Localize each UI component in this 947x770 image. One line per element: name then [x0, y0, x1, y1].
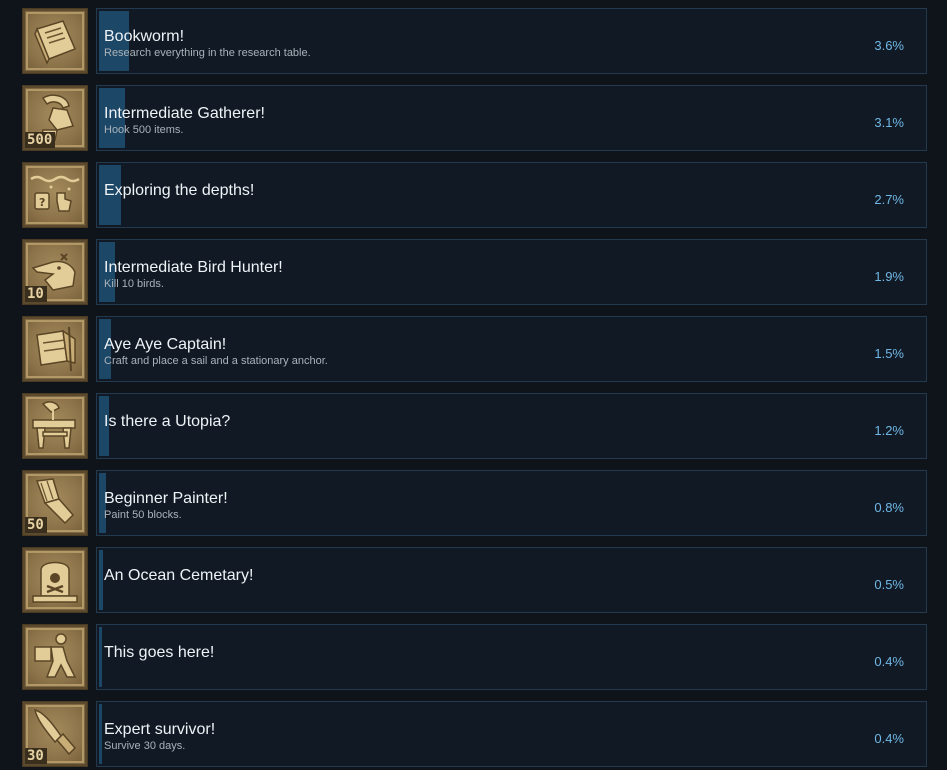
achievement-description: Kill 10 birds. [104, 278, 164, 290]
achievement-icon-container [22, 547, 88, 613]
unlock-percentage: 1.2% [874, 423, 904, 438]
unlock-percentage: 0.5% [874, 577, 904, 592]
unlock-percentage: 3.6% [874, 38, 904, 53]
svg-text:?: ? [39, 196, 45, 209]
achievement-panel: Aye Aye Captain! Craft and place a sail … [96, 316, 927, 382]
achievement-icon-container: 10 [22, 239, 88, 305]
achievement-row[interactable]: Bookworm! Research everything in the res… [0, 8, 947, 74]
progress-bar [99, 704, 103, 764]
unlock-percentage: 1.5% [874, 346, 904, 361]
achievement-panel: Exploring the depths! 2.7% [96, 162, 927, 228]
achievement-title: Intermediate Bird Hunter! [104, 259, 283, 276]
count-badge: 500 [25, 132, 56, 148]
achievement-icon-container [22, 316, 88, 382]
achievement-icon-container: ? [22, 162, 88, 228]
underwater-icon: ? [30, 175, 80, 212]
count-badge: 10 [25, 286, 47, 302]
radio-tower-icon [32, 401, 76, 449]
achievement-description: Survive 30 days. [104, 740, 186, 752]
achievement-row[interactable]: 500 Intermediate Gatherer! Hook 500 item… [0, 85, 947, 151]
achievement-description: Hook 500 items. [104, 124, 184, 136]
achievement-title: This goes here! [104, 644, 215, 661]
achievement-row[interactable]: 50 Beginner Painter! Paint 50 blocks. 0.… [0, 470, 947, 536]
achievement-panel: Expert survivor! Survive 30 days. 0.4% [96, 701, 927, 767]
achievement-title: Intermediate Gatherer! [104, 105, 265, 122]
unlock-percentage: 0.8% [874, 500, 904, 515]
achievement-row[interactable]: An Ocean Cemetary! 0.5% [0, 547, 947, 613]
achievement-description: Paint 50 blocks. [104, 509, 182, 521]
unlock-percentage: 1.9% [874, 269, 904, 284]
achievement-row[interactable]: 10 Intermediate Bird Hunter! Kill 10 bir… [0, 239, 947, 305]
achievement-title: Beginner Painter! [104, 490, 228, 507]
achievement-panel: Intermediate Gatherer! Hook 500 items. 3… [96, 85, 927, 151]
achievement-list: Bookworm! Research everything in the res… [0, 0, 947, 770]
person-carrying-box-icon [34, 633, 77, 678]
achievement-row[interactable]: Aye Aye Captain! Craft and place a sail … [0, 316, 947, 382]
achievement-icon-container [22, 624, 88, 690]
achievement-title: Expert survivor! [104, 721, 216, 738]
achievement-row[interactable]: ? Exploring the depths! 2.7% [0, 162, 947, 228]
achievement-title: Is there a Utopia? [104, 413, 231, 430]
gravestone-icon [32, 561, 78, 603]
achievement-panel: Intermediate Bird Hunter! Kill 10 birds.… [96, 239, 927, 305]
achievement-panel: Bookworm! Research everything in the res… [96, 8, 927, 74]
sail-icon [36, 326, 76, 372]
progress-bar [99, 550, 104, 610]
unlock-percentage: 2.7% [874, 192, 904, 207]
count-badge: 30 [25, 748, 47, 764]
achievement-row[interactable]: This goes here! 0.4% [0, 624, 947, 690]
achievement-icon-container: 500 [22, 85, 88, 151]
achievement-panel: An Ocean Cemetary! 0.5% [96, 547, 927, 613]
book-icon [34, 20, 76, 65]
progress-bar [99, 627, 103, 687]
achievement-panel: Beginner Painter! Paint 50 blocks. 0.8% [96, 470, 927, 536]
achievement-row[interactable]: 30 Expert survivor! Survive 30 days. 0.4… [0, 701, 947, 767]
count-badge: 50 [25, 517, 47, 533]
achievement-icon-container [22, 8, 88, 74]
achievement-title: Bookworm! [104, 28, 185, 45]
achievement-title: Aye Aye Captain! [104, 336, 227, 353]
achievement-panel: Is there a Utopia? 1.2% [96, 393, 927, 459]
unlock-percentage: 0.4% [874, 731, 904, 746]
achievement-icon-container: 30 [22, 701, 88, 767]
achievement-row[interactable]: Is there a Utopia? 1.2% [0, 393, 947, 459]
achievement-icon-container: 50 [22, 470, 88, 536]
unlock-percentage: 3.1% [874, 115, 904, 130]
unlock-percentage: 0.4% [874, 654, 904, 669]
achievement-panel: This goes here! 0.4% [96, 624, 927, 690]
achievement-icon-container [22, 393, 88, 459]
achievement-title: Exploring the depths! [104, 182, 255, 199]
achievement-description: Research everything in the research tabl… [104, 47, 311, 59]
achievement-description: Craft and place a sail and a stationary … [104, 355, 328, 367]
achievement-title: An Ocean Cemetary! [104, 567, 254, 584]
